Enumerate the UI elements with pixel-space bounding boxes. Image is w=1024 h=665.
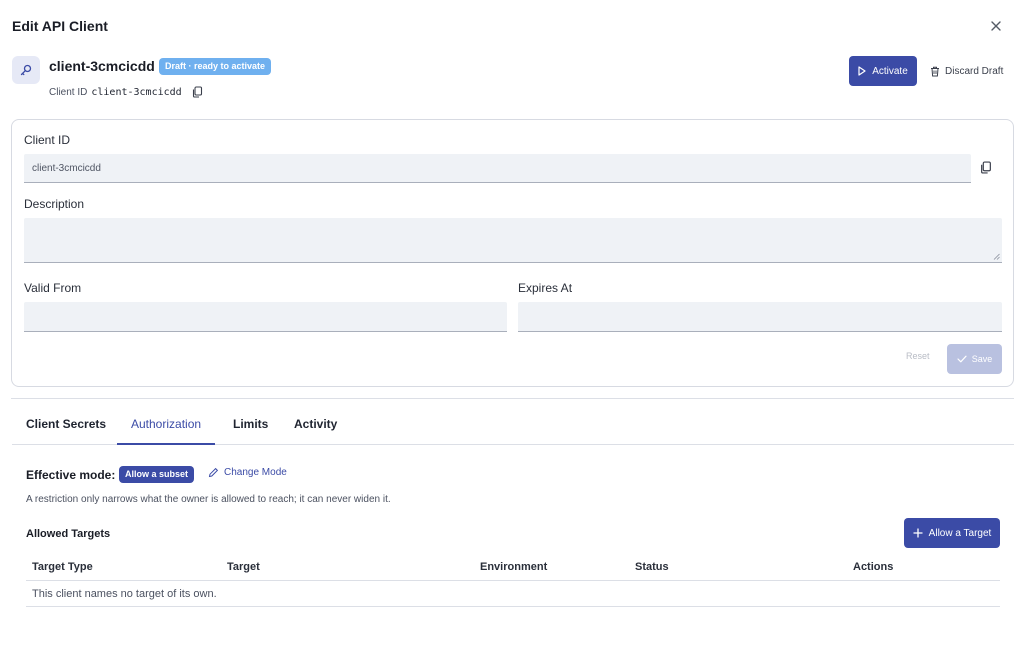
pencil-icon (208, 467, 219, 478)
activate-label: Activate (872, 65, 908, 77)
expires-at-field-label: Expires At (518, 281, 573, 295)
plus-icon (913, 528, 923, 538)
restriction-note: A restriction only narrows what the owne… (26, 494, 391, 505)
targets-table: Target Type Target Environment Status Ac… (26, 556, 1000, 607)
allow-target-button[interactable]: Allow a Target (904, 518, 1000, 548)
column-header-environment[interactable]: Environment (480, 561, 547, 573)
check-icon (957, 355, 967, 363)
expires-at-field[interactable] (518, 302, 1002, 332)
activate-button[interactable]: Activate (849, 56, 917, 86)
reset-button[interactable]: Reset (906, 351, 930, 361)
discard-draft-button[interactable]: Discard Draft (930, 62, 1003, 80)
client-id-value: client-3cmcicdd (91, 86, 182, 98)
change-mode-button[interactable]: Change Mode (208, 467, 287, 478)
key-icon (12, 56, 40, 84)
column-header-target[interactable]: Target (227, 561, 260, 573)
effective-mode-label: Effective mode: (26, 468, 116, 482)
column-header-target-type[interactable]: Target Type (32, 561, 93, 573)
play-icon (858, 66, 866, 76)
valid-from-field-label: Valid From (24, 281, 82, 295)
mode-badge: Allow a subset (119, 466, 195, 483)
tab-client-secrets[interactable]: Client Secrets (12, 408, 120, 445)
empty-table-message: This client names no target of its own. (32, 588, 217, 600)
tab-activity[interactable]: Activity (280, 408, 351, 445)
copy-icon[interactable] (192, 86, 203, 98)
resize-grip-icon[interactable] (993, 253, 1000, 260)
discard-label: Discard Draft (945, 65, 1004, 77)
trash-icon (931, 66, 939, 76)
table-row: This client names no target of its own. (26, 581, 1000, 607)
description-field-label: Description (24, 197, 85, 211)
client-name: client-3cmcicdd (49, 58, 155, 74)
client-id-field[interactable]: client-3cmcicdd (24, 154, 971, 183)
client-id-field-label: Client ID (24, 133, 71, 147)
description-textarea[interactable] (24, 218, 1002, 263)
allowed-targets-title: Allowed Targets (26, 528, 111, 540)
tab-bar: Client Secrets Authorization Limits Acti… (12, 408, 1014, 445)
close-icon[interactable] (986, 16, 1006, 36)
table-header: Target Type Target Environment Status Ac… (26, 556, 1000, 581)
client-id-label: Client ID (49, 86, 88, 98)
dialog-title: Edit API Client (12, 18, 108, 34)
column-header-actions: Actions (853, 561, 894, 573)
save-label: Save (971, 354, 993, 364)
client-id-line: Client ID client-3cmcicdd (49, 86, 203, 98)
allow-target-label: Allow a Target (928, 527, 992, 539)
valid-from-field[interactable] (24, 302, 507, 332)
section-divider (11, 398, 1014, 399)
save-button[interactable]: Save (947, 344, 1002, 374)
change-mode-label: Change Mode (224, 467, 287, 478)
tab-authorization[interactable]: Authorization (117, 408, 216, 445)
column-header-status[interactable]: Status (635, 561, 669, 573)
copy-icon[interactable] (980, 161, 992, 174)
tab-limits[interactable]: Limits (219, 408, 282, 445)
status-badge: Draft · ready to activate (159, 58, 272, 75)
